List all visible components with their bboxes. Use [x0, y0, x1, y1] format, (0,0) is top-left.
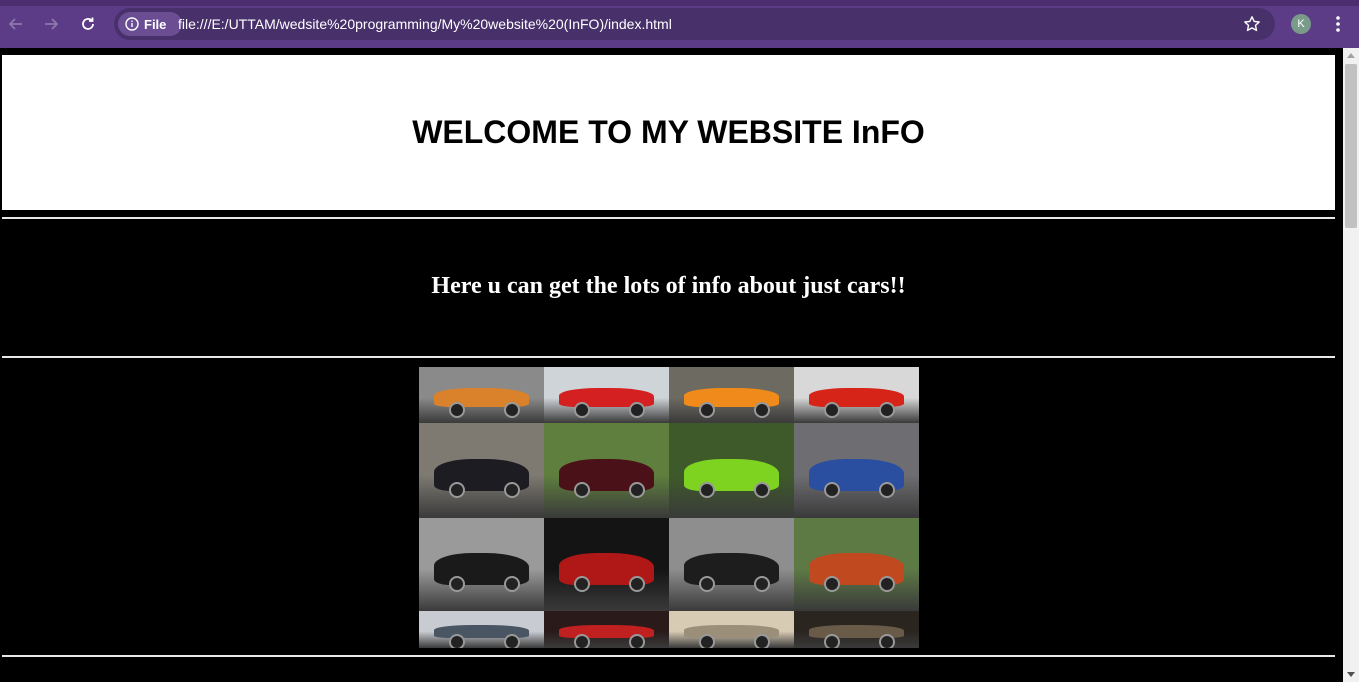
- scrollbar-thumb[interactable]: [1345, 64, 1357, 228]
- tab-strip-edge: [0, 0, 1359, 6]
- car-photo-red-car-show: [544, 611, 669, 648]
- car-wheel: [754, 481, 770, 498]
- site-chip-label: File: [144, 16, 167, 32]
- car-photo-red-ferrari-f40: [544, 367, 669, 423]
- back-arrow-icon: [8, 18, 22, 30]
- car-wheel: [879, 401, 895, 418]
- car-wheel: [574, 401, 590, 418]
- url-text[interactable]: file:///E:/UTTAM/wedsite%20programming/M…: [178, 16, 672, 32]
- car-wheel: [629, 633, 645, 648]
- reload-button[interactable]: [75, 11, 101, 37]
- car-wheel: [879, 575, 895, 592]
- car-wheel: [629, 401, 645, 418]
- car-wheel: [574, 633, 590, 648]
- car-photo-black-jaguar: [419, 423, 544, 518]
- car-wheel: [824, 575, 840, 592]
- car-wheel: [504, 481, 520, 498]
- car-wheel: [449, 633, 465, 648]
- car-photo-dark-blur: [794, 611, 919, 648]
- car-wheel: [699, 633, 715, 648]
- car-wheel: [824, 401, 840, 418]
- car-wheel: [504, 575, 520, 592]
- car-wheel: [699, 575, 715, 592]
- info-icon: [125, 17, 139, 31]
- car-photo-black-mclaren-720: [669, 518, 794, 611]
- back-button[interactable]: [3, 11, 29, 37]
- car-wheel: [504, 401, 520, 418]
- forward-button[interactable]: [38, 11, 64, 37]
- divider-bottom: [2, 655, 1335, 657]
- car-gallery: [419, 367, 919, 648]
- car-photo-black-red-koenigsegg: [544, 518, 669, 611]
- browser-toolbar: File file:///E:/UTTAM/wedsite%20programm…: [0, 0, 1359, 48]
- car-wheel: [574, 481, 590, 498]
- page-title: WELCOME TO MY WEBSITE InFO: [412, 114, 925, 150]
- car-wheel: [449, 401, 465, 418]
- car-wheel: [629, 575, 645, 592]
- kebab-menu-icon[interactable]: [1330, 14, 1346, 34]
- car-wheel: [699, 401, 715, 418]
- page-viewport: WELCOME TO MY WEBSITE InFO Here u can ge…: [0, 48, 1343, 682]
- scroll-down-arrow-icon[interactable]: [1347, 672, 1355, 677]
- car-wheel: [629, 481, 645, 498]
- tagline: Here u can get the lots of info about ju…: [431, 273, 906, 299]
- star-icon[interactable]: [1243, 15, 1261, 33]
- car-wheel: [824, 481, 840, 498]
- welcome-header: WELCOME TO MY WEBSITE InFO: [2, 55, 1335, 210]
- car-photo-green-mclaren: [669, 423, 794, 518]
- divider-top: [2, 217, 1335, 219]
- forward-arrow-icon: [45, 18, 59, 30]
- site-info-chip[interactable]: File: [118, 12, 182, 36]
- reload-icon: [82, 17, 94, 30]
- car-wheel: [754, 401, 770, 418]
- profile-avatar[interactable]: K: [1291, 14, 1311, 34]
- car-wheel: [449, 481, 465, 498]
- car-photo-beige-blur: [669, 611, 794, 648]
- car-photo-audi-r8-pair: [794, 423, 919, 518]
- car-wheel: [699, 481, 715, 498]
- car-photo-bugatti-veyron: [794, 518, 919, 611]
- car-wheel: [754, 575, 770, 592]
- car-wheel: [754, 633, 770, 648]
- car-wheel: [879, 633, 895, 648]
- car-photo-orange-lamborghini: [669, 367, 794, 423]
- scroll-up-arrow-icon[interactable]: [1347, 53, 1355, 58]
- car-wheel: [504, 633, 520, 648]
- car-photo-orange-supercar: [419, 367, 544, 423]
- vertical-scrollbar[interactable]: [1343, 48, 1359, 682]
- car-photo-maroon-lamborghini: [544, 423, 669, 518]
- address-bar[interactable]: File file:///E:/UTTAM/wedsite%20programm…: [114, 8, 1275, 40]
- car-wheel: [879, 481, 895, 498]
- divider-middle: [2, 356, 1335, 358]
- car-wheel: [449, 575, 465, 592]
- car-wheel: [824, 633, 840, 648]
- car-photo-black-mclaren-p1: [419, 518, 544, 611]
- car-photo-grandstand: [419, 611, 544, 648]
- car-photo-red-ferrari-488: [794, 367, 919, 423]
- car-wheel: [574, 575, 590, 592]
